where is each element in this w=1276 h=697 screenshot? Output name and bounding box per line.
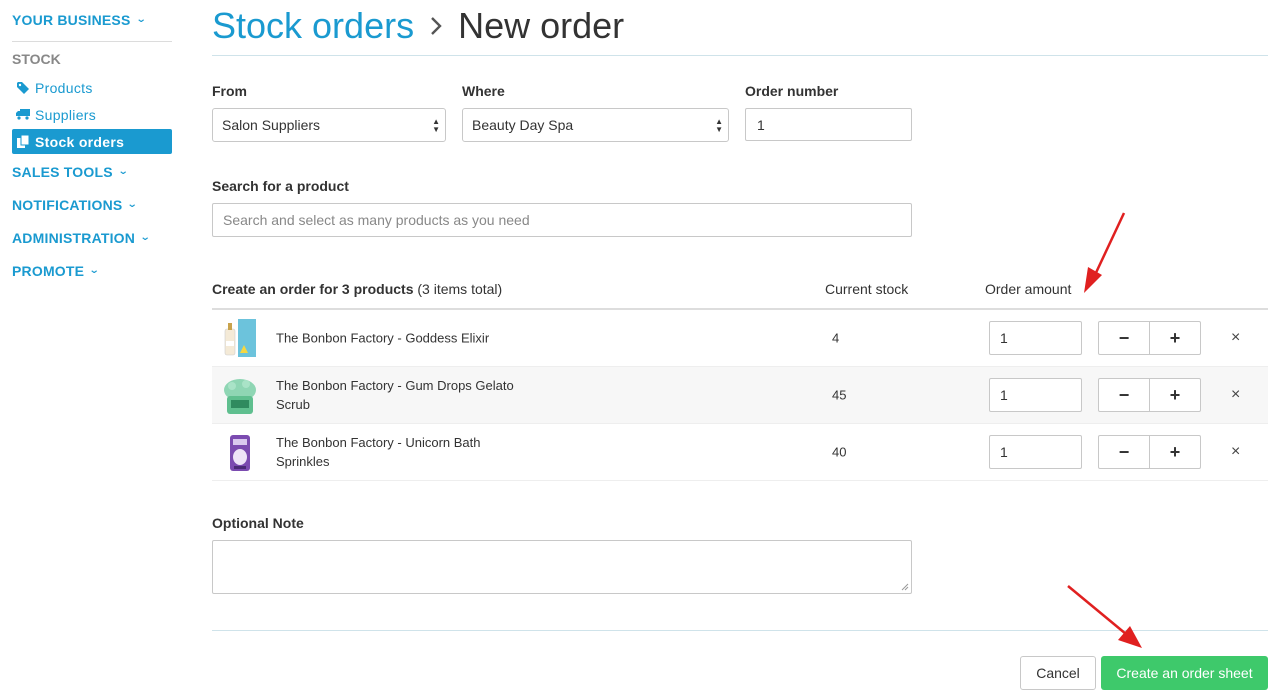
quantity-stepper: − + — [1098, 321, 1201, 355]
tag-icon — [16, 81, 30, 94]
column-order-amount: Order amount — [985, 281, 1072, 297]
sidebar-section-label: ADMINISTRATION — [12, 229, 136, 246]
order-amount-input[interactable]: 1 — [989, 378, 1082, 412]
where-field: Where Beauty Day Spa ▲ ▼ — [462, 83, 729, 142]
chevron-down-icon: ⌄ — [135, 14, 147, 25]
from-field: From Salon Suppliers ▲ ▼ — [212, 83, 446, 142]
search-label: Search for a product — [212, 178, 349, 194]
create-order-sheet-button[interactable]: Create an order sheet — [1101, 656, 1268, 690]
sidebar-section-label: NOTIFICATIONS — [12, 196, 123, 213]
select-arrows-icon: ▲ ▼ — [715, 117, 723, 134]
where-label: Where — [462, 83, 505, 99]
table-row: The Bonbon Factory - Goddess Elixir 4 1 … — [212, 310, 1268, 367]
remove-row-button[interactable]: × — [1231, 443, 1240, 461]
product-name: The Bonbon Factory - Unicorn Bath Sprink… — [276, 435, 481, 469]
from-select-value: Salon Suppliers — [222, 117, 321, 133]
sidebar-item-products[interactable]: Products — [12, 74, 172, 101]
chevron-down-icon: ⌄ — [127, 199, 139, 210]
order-summary-items: (3 items total) — [417, 281, 503, 297]
quantity-stepper: − + — [1098, 435, 1201, 469]
where-select-value: Beauty Day Spa — [472, 117, 574, 133]
sidebar-section-promote[interactable]: PROMOTE ⌄ — [12, 254, 172, 287]
current-stock: 40 — [832, 444, 847, 460]
sidebar-section-notifications[interactable]: NOTIFICATIONS ⌄ — [12, 188, 172, 221]
sidebar-group-stock: STOCK — [12, 51, 61, 67]
current-stock: 45 — [832, 387, 847, 403]
sidebar-section-administration[interactable]: ADMINISTRATION ⌄ — [12, 221, 172, 254]
select-arrows-icon: ▲ ▼ — [432, 117, 440, 134]
current-stock: 4 — [832, 330, 840, 346]
from-select[interactable]: Salon Suppliers ▲ ▼ — [212, 108, 446, 142]
page-heading: New order — [458, 4, 625, 46]
sidebar-section-label: SALES TOOLS — [12, 163, 113, 180]
increment-button[interactable]: + — [1149, 379, 1200, 411]
product-thumbnail — [220, 433, 260, 473]
product-thumbnail — [220, 319, 260, 359]
order-summary: Create an order for 3 products (3 items … — [212, 281, 502, 297]
remove-row-button[interactable]: × — [1231, 329, 1240, 347]
order-fields: From Salon Suppliers ▲ ▼ Where Beauty Day… — [212, 83, 1268, 142]
sidebar-item-label: Stock orders — [35, 133, 125, 150]
sidebar-item-label: Products — [35, 79, 93, 96]
product-name: The Bonbon Factory - Goddess Elixir — [276, 330, 490, 346]
decrement-button[interactable]: − — [1099, 379, 1149, 411]
decrement-button[interactable]: − — [1099, 436, 1149, 468]
documents-icon — [16, 135, 30, 148]
remove-row-button[interactable]: × — [1231, 386, 1240, 404]
decrement-button[interactable]: − — [1099, 322, 1149, 354]
chevron-right-icon — [430, 16, 442, 36]
product-search: Search for a product Search and select a… — [212, 178, 1268, 237]
optional-note: Optional Note — [212, 515, 1268, 594]
from-label: From — [212, 83, 247, 99]
order-amount-input[interactable]: 1 — [989, 321, 1082, 355]
table-row: The Bonbon Factory - Unicorn Bath Sprink… — [212, 424, 1268, 481]
sidebar-section-label: PROMOTE — [12, 262, 85, 279]
increment-button[interactable]: + — [1149, 436, 1200, 468]
chevron-down-icon: ⌄ — [117, 166, 129, 177]
main-content: Stock orders New order From Salon Suppli… — [212, 0, 1268, 594]
product-thumbnail — [220, 376, 260, 416]
sidebar: YOUR BUSINESS ⌄ STOCK Products Suppliers… — [12, 0, 172, 287]
page-title: Stock orders New order — [212, 0, 1268, 56]
cancel-button[interactable]: Cancel — [1020, 656, 1096, 690]
order-number-field: Order number 1 — [745, 83, 912, 142]
sidebar-item-stock-orders[interactable]: Stock orders — [12, 129, 172, 154]
resize-grip-icon[interactable] — [901, 583, 909, 591]
product-name: The Bonbon Factory - Gum Drops Gelato Sc… — [276, 378, 514, 412]
order-number-label: Order number — [745, 83, 839, 99]
note-textarea[interactable] — [212, 540, 912, 594]
table-row: The Bonbon Factory - Gum Drops Gelato Sc… — [212, 367, 1268, 424]
note-label: Optional Note — [212, 515, 304, 531]
breadcrumb-stock-orders[interactable]: Stock orders — [212, 5, 414, 47]
search-input[interactable]: Search and select as many products as yo… — [212, 203, 912, 237]
where-select[interactable]: Beauty Day Spa ▲ ▼ — [462, 108, 729, 142]
quantity-stepper: − + — [1098, 378, 1201, 412]
order-number-input[interactable]: 1 — [745, 108, 912, 141]
order-amount-input[interactable]: 1 — [989, 435, 1082, 469]
chevron-down-icon: ⌄ — [88, 265, 101, 276]
sidebar-item-label: Suppliers — [35, 106, 97, 123]
sidebar-item-suppliers[interactable]: Suppliers — [12, 101, 172, 128]
sidebar-section-sales-tools[interactable]: SALES TOOLS ⌄ — [12, 155, 172, 188]
footer-divider — [212, 630, 1268, 631]
chevron-down-icon: ⌄ — [139, 232, 151, 243]
sidebar-section-your-business[interactable]: YOUR BUSINESS ⌄ — [12, 0, 172, 42]
column-current-stock: Current stock — [825, 281, 909, 297]
order-table-header: Create an order for 3 products (3 items … — [212, 281, 1268, 310]
sidebar-section-label: YOUR BUSINESS — [12, 11, 131, 28]
order-summary-count: Create an order for 3 products — [212, 281, 414, 297]
increment-button[interactable]: + — [1149, 322, 1200, 354]
truck-icon — [16, 109, 30, 120]
